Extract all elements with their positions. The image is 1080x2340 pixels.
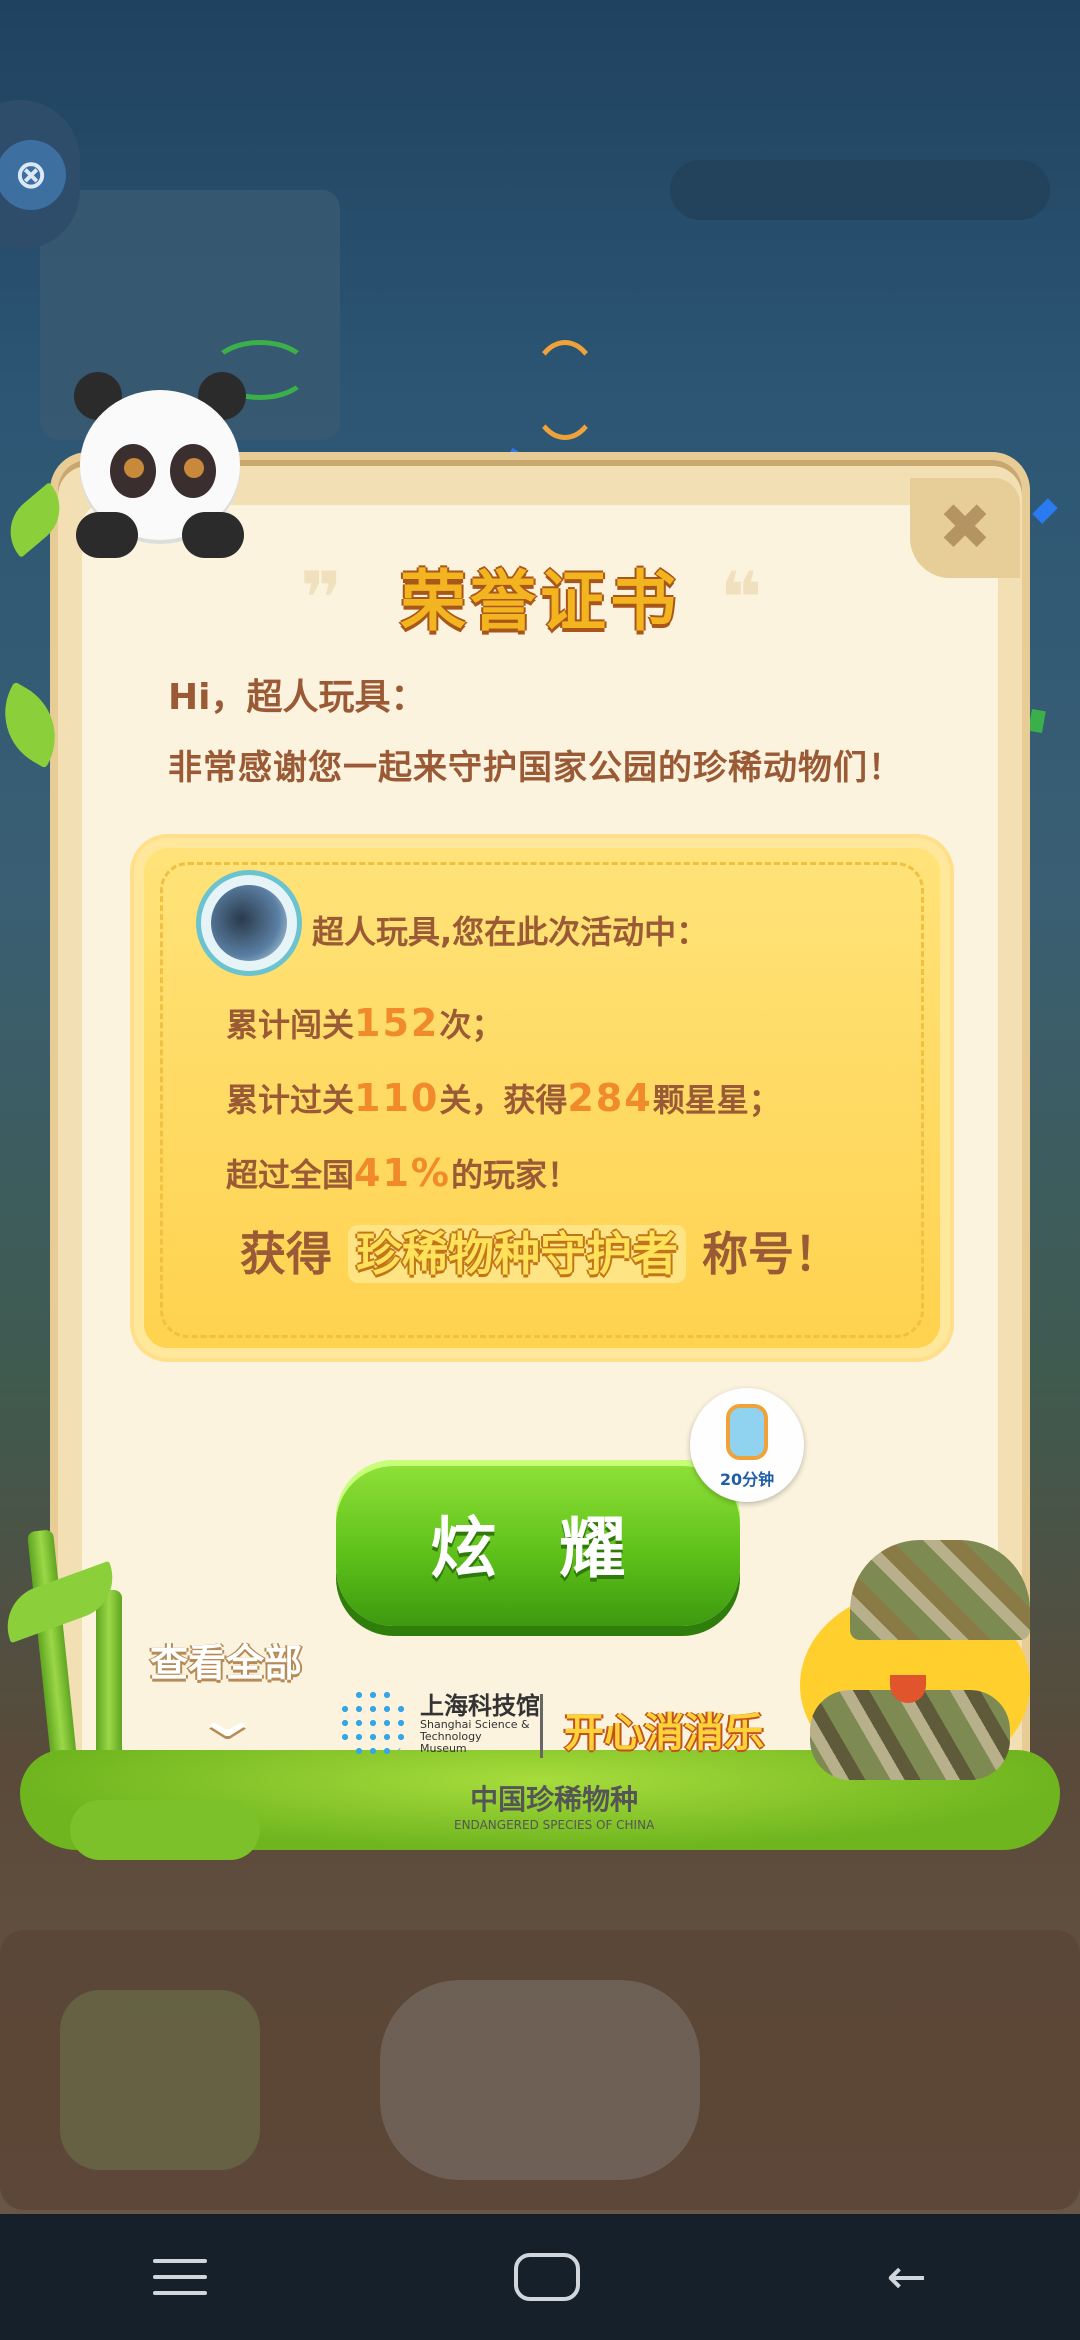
award-title: 珍稀物种守护者 [348, 1225, 686, 1283]
background-header [670, 160, 1050, 220]
timer-label: 20分钟 [715, 1466, 779, 1490]
chick-character [780, 1540, 1070, 1800]
award-line: 获得 珍稀物种守护者 称号！ [239, 1225, 841, 1283]
levels-count: 110 [354, 1076, 440, 1120]
grass-mound [70, 1800, 260, 1860]
timer-badge: 20分钟 [690, 1388, 804, 1502]
panda-paw [76, 512, 138, 558]
stat-row-levels: 累计过关110关，获得284颗星星； [226, 1076, 781, 1120]
panda-eye [170, 444, 216, 498]
share-button-label: 炫 耀 [430, 1510, 646, 1587]
museum-logo: 上海科技馆 Shanghai Science & Technology Muse… [338, 1688, 540, 1760]
exit-icon: ⊗ [0, 140, 66, 210]
view-all-button[interactable]: 查看全部 [150, 1632, 302, 1687]
share-button[interactable]: 炫 耀 [336, 1460, 740, 1626]
game-logo: 开心消消乐 [564, 1710, 764, 1756]
attempts-count: 152 [354, 1001, 440, 1045]
panda-paw [182, 512, 244, 558]
home-icon[interactable] [513, 2253, 580, 2301]
avatar [196, 870, 302, 976]
system-nav-bar: ← [0, 2214, 1080, 2340]
streamer-decoration [530, 340, 600, 440]
series-logo: 中国珍稀物种 ENDANGERED SPECIES OF CHINA [454, 1783, 655, 1832]
background-character [60, 1990, 260, 2170]
museum-logo-icon [338, 1688, 410, 1760]
bottle-icon [726, 1404, 768, 1460]
logo-divider [540, 1694, 543, 1758]
chevron-down-icon[interactable]: ⌄ [191, 1686, 263, 1749]
greeting-text: Hi，超人玩具： [168, 677, 427, 718]
back-icon[interactable]: ← [886, 2253, 926, 2301]
panda-character [70, 372, 250, 572]
background-character [380, 1980, 700, 2180]
stat-row-percentile: 超过全国41%的玩家！ [226, 1151, 579, 1195]
menu-icon[interactable] [153, 2259, 208, 2295]
player-summary-title: 超人玩具,您在此次活动中： [312, 913, 709, 951]
stat-row-attempts: 累计闯关152次； [226, 1001, 504, 1045]
thanks-text: 非常感谢您一起来守护国家公园的珍稀动物们！ [168, 748, 903, 788]
percentile-value: 41% [354, 1151, 451, 1195]
panda-eye [110, 444, 156, 498]
stars-count: 284 [567, 1076, 653, 1120]
